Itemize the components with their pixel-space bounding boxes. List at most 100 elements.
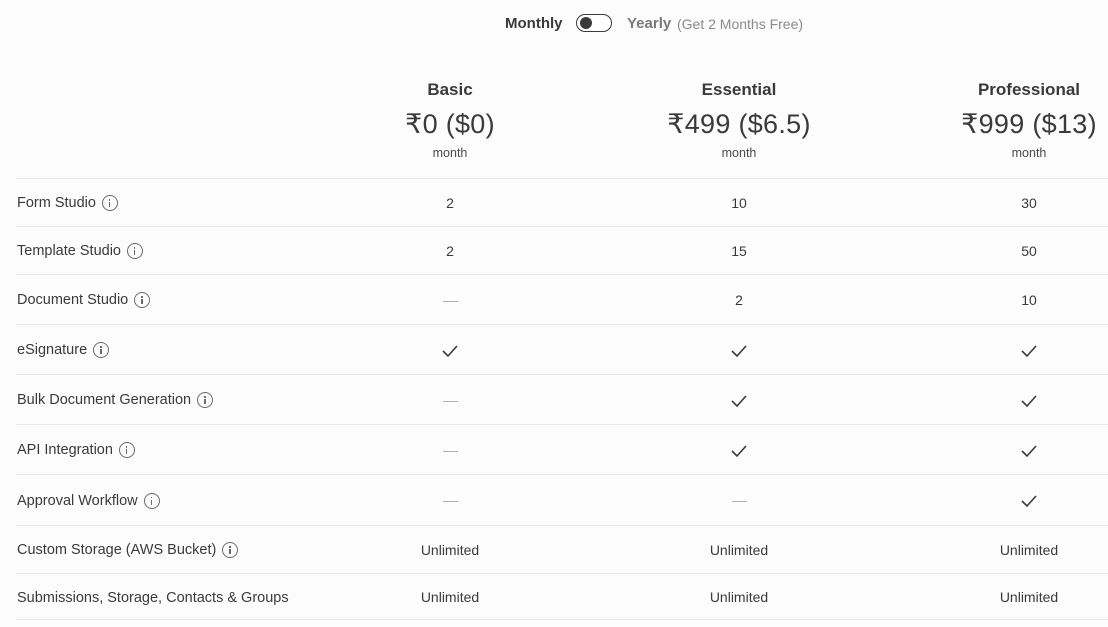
billing-toggle-bar: Monthly Yearly (Get 2 Months Free) [0, 12, 1108, 38]
feature-value-text: 15 [731, 243, 747, 259]
feature-value-essential [639, 425, 839, 475]
dash-icon [442, 400, 458, 403]
feature-value-essential: Unlimited [639, 574, 839, 621]
feature-row: Document Studio 2 10 [16, 274, 1108, 324]
feature-row: Submissions, Storage, Contacts & Groups U… [16, 573, 1108, 620]
feature-value-text: Unlimited [999, 589, 1059, 605]
monthly-label[interactable]: Monthly [505, 15, 563, 32]
yearly-discount-note: (Get 2 Months Free) [677, 16, 804, 32]
feature-label-text: Approval Workflow [17, 492, 138, 509]
feature-comparison-table: Form Studio 2 10 30 Template Studio 2 15 50 Docu… [16, 178, 1108, 620]
dash-icon [442, 450, 458, 453]
feature-value-professional: 50 [929, 227, 1108, 275]
feature-value-text: Unlimited [709, 589, 769, 605]
feature-row: Form Studio 2 10 30 [16, 178, 1108, 226]
feature-value-text: Unlimited [709, 542, 769, 558]
feature-label: Custom Storage (AWS Bucket) [17, 526, 239, 574]
feature-value-professional: Unlimited [929, 574, 1108, 621]
feature-value-essential [639, 375, 839, 425]
feature-label: eSignature [17, 325, 110, 375]
feature-value-basic: 2 [350, 179, 550, 227]
plan-header-professional: Professional ₹999 ($13) month [909, 78, 1108, 160]
feature-label: Submissions, Storage, Contacts & Groups [17, 574, 289, 621]
feature-value-essential: 15 [639, 227, 839, 275]
info-circle-icon[interactable] [118, 442, 135, 458]
feature-label-text: API Integration [17, 442, 113, 458]
feature-value-text: Unlimited [420, 589, 480, 605]
feature-value-professional: 30 [929, 179, 1108, 227]
feature-row: Custom Storage (AWS Bucket) Unlimited Unli… [16, 525, 1108, 573]
info-circle-icon[interactable] [197, 392, 214, 408]
feature-label-text: Custom Storage (AWS Bucket) [17, 542, 217, 558]
plan-header-essential: Essential ₹499 ($6.5) month [619, 78, 859, 160]
feature-value-professional [929, 325, 1108, 375]
info-circle-icon[interactable] [93, 342, 110, 358]
feature-row: Template Studio 2 15 50 [16, 226, 1108, 274]
feature-value-professional [929, 375, 1108, 425]
plan-name: Basic [427, 80, 473, 99]
feature-label-text: Document Studio [17, 292, 129, 308]
feature-label-text: Submissions, Storage, Contacts & Groups [17, 589, 289, 606]
feature-label-text: eSignature [17, 342, 88, 358]
info-circle-icon[interactable] [101, 195, 118, 211]
feature-value-essential [639, 325, 839, 375]
feature-value-basic [350, 375, 550, 425]
plan-name: Essential [701, 80, 777, 99]
checkmark-icon [1021, 345, 1037, 358]
checkmark-icon [731, 395, 747, 408]
feature-value-text: 30 [1021, 195, 1037, 211]
feature-row: Approval Workflow [16, 474, 1108, 525]
plan-period: month [1011, 146, 1047, 160]
feature-row: API Integration [16, 424, 1108, 474]
feature-value-basic [350, 475, 550, 526]
billing-period-toggle[interactable] [576, 14, 612, 32]
plan-price: ₹499 ($6.5) [667, 109, 811, 139]
feature-value-essential: 2 [639, 275, 839, 325]
feature-label: Bulk Document Generation [17, 375, 214, 425]
dash-icon [731, 500, 747, 503]
plan-period: month [432, 146, 468, 160]
plan-header-basic: Basic ₹0 ($0) month [330, 78, 570, 160]
feature-value-text: Unlimited [999, 542, 1059, 558]
feature-label: Document Studio [17, 275, 151, 325]
feature-value-basic: Unlimited [350, 574, 550, 621]
checkmark-icon [1021, 445, 1037, 458]
feature-label-text: Template Studio [17, 243, 121, 259]
feature-value-text: 50 [1021, 243, 1037, 259]
checkmark-icon [1021, 395, 1037, 408]
feature-row: Bulk Document Generation [16, 374, 1108, 424]
feature-value-text: 2 [735, 292, 743, 308]
feature-row: eSignature [16, 324, 1108, 374]
feature-label: API Integration [17, 425, 135, 475]
feature-value-text: 2 [446, 195, 454, 211]
feature-value-basic [350, 425, 550, 475]
feature-value-basic: Unlimited [350, 526, 550, 574]
checkmark-icon [1021, 495, 1037, 508]
checkmark-icon [731, 445, 747, 458]
feature-value-text: Unlimited [420, 542, 480, 558]
info-circle-icon[interactable] [126, 243, 143, 259]
feature-value-basic [350, 325, 550, 375]
feature-value-essential [639, 475, 839, 526]
yearly-label[interactable]: Yearly [627, 15, 671, 32]
feature-value-professional [929, 425, 1108, 475]
checkmark-icon [442, 345, 458, 358]
feature-label: Template Studio [17, 227, 143, 275]
feature-value-essential: 10 [639, 179, 839, 227]
feature-label-text: Form Studio [17, 195, 96, 211]
feature-label: Form Studio [17, 179, 118, 227]
plan-name: Professional [977, 80, 1081, 99]
feature-value-professional: Unlimited [929, 526, 1108, 574]
info-circle-icon[interactable] [134, 292, 151, 308]
feature-value-text: 10 [1021, 292, 1037, 308]
info-circle-icon[interactable] [222, 542, 239, 558]
checkmark-icon [731, 345, 747, 358]
feature-value-text: 2 [446, 243, 454, 259]
feature-value-text: 10 [731, 195, 747, 211]
feature-value-professional [929, 475, 1108, 526]
feature-value-professional: 10 [929, 275, 1108, 325]
info-circle-icon[interactable] [143, 492, 160, 509]
feature-value-basic: 2 [350, 227, 550, 275]
feature-value-basic [350, 275, 550, 325]
dash-icon [442, 500, 458, 503]
